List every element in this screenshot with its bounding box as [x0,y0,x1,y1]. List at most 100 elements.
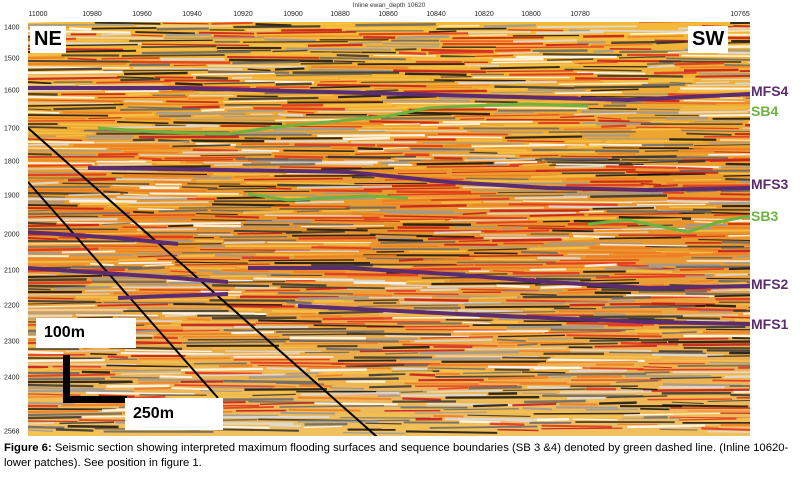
reflector-stroke [244,137,277,140]
reflector-stroke [458,80,557,85]
reflector-stroke [315,374,343,378]
y-tick-label: 2200 [4,302,20,310]
reflector-stroke [28,181,59,186]
caption-text: Seismic section showing interpreted maxi… [4,442,789,469]
reflector-stroke [377,144,443,148]
reflector-stroke [683,68,739,72]
reflector-stroke [116,178,192,182]
reflector-stroke [497,150,596,154]
reflector-stroke [300,62,353,65]
reflector-stroke [223,406,274,409]
reflector-stroke [372,75,440,78]
reflector-stroke [504,123,597,127]
reflector-stroke [106,384,170,388]
x-tick-label: 10880 [330,11,350,18]
reflector-stroke [323,370,433,375]
reflector-stroke [269,424,301,428]
x-tick-label: 10840 [426,11,446,18]
reflector-stroke [28,251,61,255]
x-tick-label: 10940 [182,11,202,18]
reflector-stroke [345,364,405,368]
reflector-stroke [125,283,169,286]
reflector-stroke [599,236,681,240]
reflector-stroke [617,264,649,268]
reflector-stroke [293,270,346,274]
reflector-stroke [311,189,383,193]
reflector-stroke [28,206,104,210]
reflector-stroke [517,343,538,347]
reflector-stroke [699,72,750,75]
reflector-stroke [507,29,564,32]
reflector-stroke [286,372,319,375]
reflector-stroke [678,110,748,114]
reflector-stroke [595,275,686,279]
reflector-stroke [537,418,570,422]
reflector-stroke [182,150,272,154]
reflector-stroke [101,33,132,36]
figure-caption: Figure 6: Seismic section showing interp… [4,441,796,471]
reflector-stroke [547,358,645,363]
reflector-stroke [28,212,130,215]
reflector-stroke [568,369,627,373]
reflector-stroke [311,246,372,250]
reflector-stroke [677,364,750,367]
reflector-stroke [609,351,706,355]
reflector-stroke [688,247,721,252]
reflector-stroke [402,397,441,401]
reflector-stroke [273,127,356,131]
reflector-stroke [119,103,225,106]
reflector-stroke [411,56,493,60]
reflector-stroke [28,83,76,86]
reflector-stroke [438,386,469,390]
reflector-stroke [168,224,194,228]
reflector-stroke [541,424,612,428]
reflector-stroke [520,293,557,296]
reflector-stroke [28,159,129,162]
reflector-stroke [620,341,679,346]
reflector-stroke [519,350,571,353]
reflector-stroke [243,163,315,166]
reflector-stroke [407,111,491,116]
reflector-stroke [605,165,677,169]
reflector-stroke [28,209,50,212]
reflector-stroke [28,56,65,60]
reflector-stroke [127,92,150,97]
reflector-stroke [327,158,388,161]
reflector-stroke [496,284,530,289]
reflector-stroke [677,166,713,171]
reflector-stroke [164,156,246,160]
reflector-stroke [403,89,487,94]
y-tick-label: 2300 [4,338,20,346]
reflector-stroke [393,69,486,74]
reflector-stroke [554,91,622,95]
reflector-stroke [267,187,292,190]
reflector-stroke [605,266,663,270]
reflector-stroke [474,100,518,104]
reflector-stroke [28,223,100,228]
reflector-stroke [258,319,322,323]
reflector-stroke [585,254,683,259]
reflector-stroke [404,382,480,386]
reflector-stroke [196,179,244,182]
reflector-stroke [79,84,164,87]
reflector-stroke [165,33,212,37]
reflector-stroke [529,246,589,251]
reflector-stroke [568,145,602,149]
reflector-stroke [130,60,231,64]
reflector-stroke [28,111,60,114]
reflector-stroke [367,60,415,63]
reflector-stroke [423,258,471,261]
reflector-stroke [255,23,292,27]
reflector-stroke [28,237,58,241]
reflector-stroke [181,251,275,254]
reflector-stroke [397,35,449,39]
reflector-stroke [440,76,472,78]
reflector-stroke [547,161,632,165]
reflector-stroke [104,90,159,93]
reflector-stroke [445,318,494,322]
reflector-stroke [28,102,114,105]
vertical-scale-bar [63,355,70,401]
reflector-stroke [28,221,57,226]
reflector-stroke [733,309,750,312]
reflector-stroke [631,128,681,131]
